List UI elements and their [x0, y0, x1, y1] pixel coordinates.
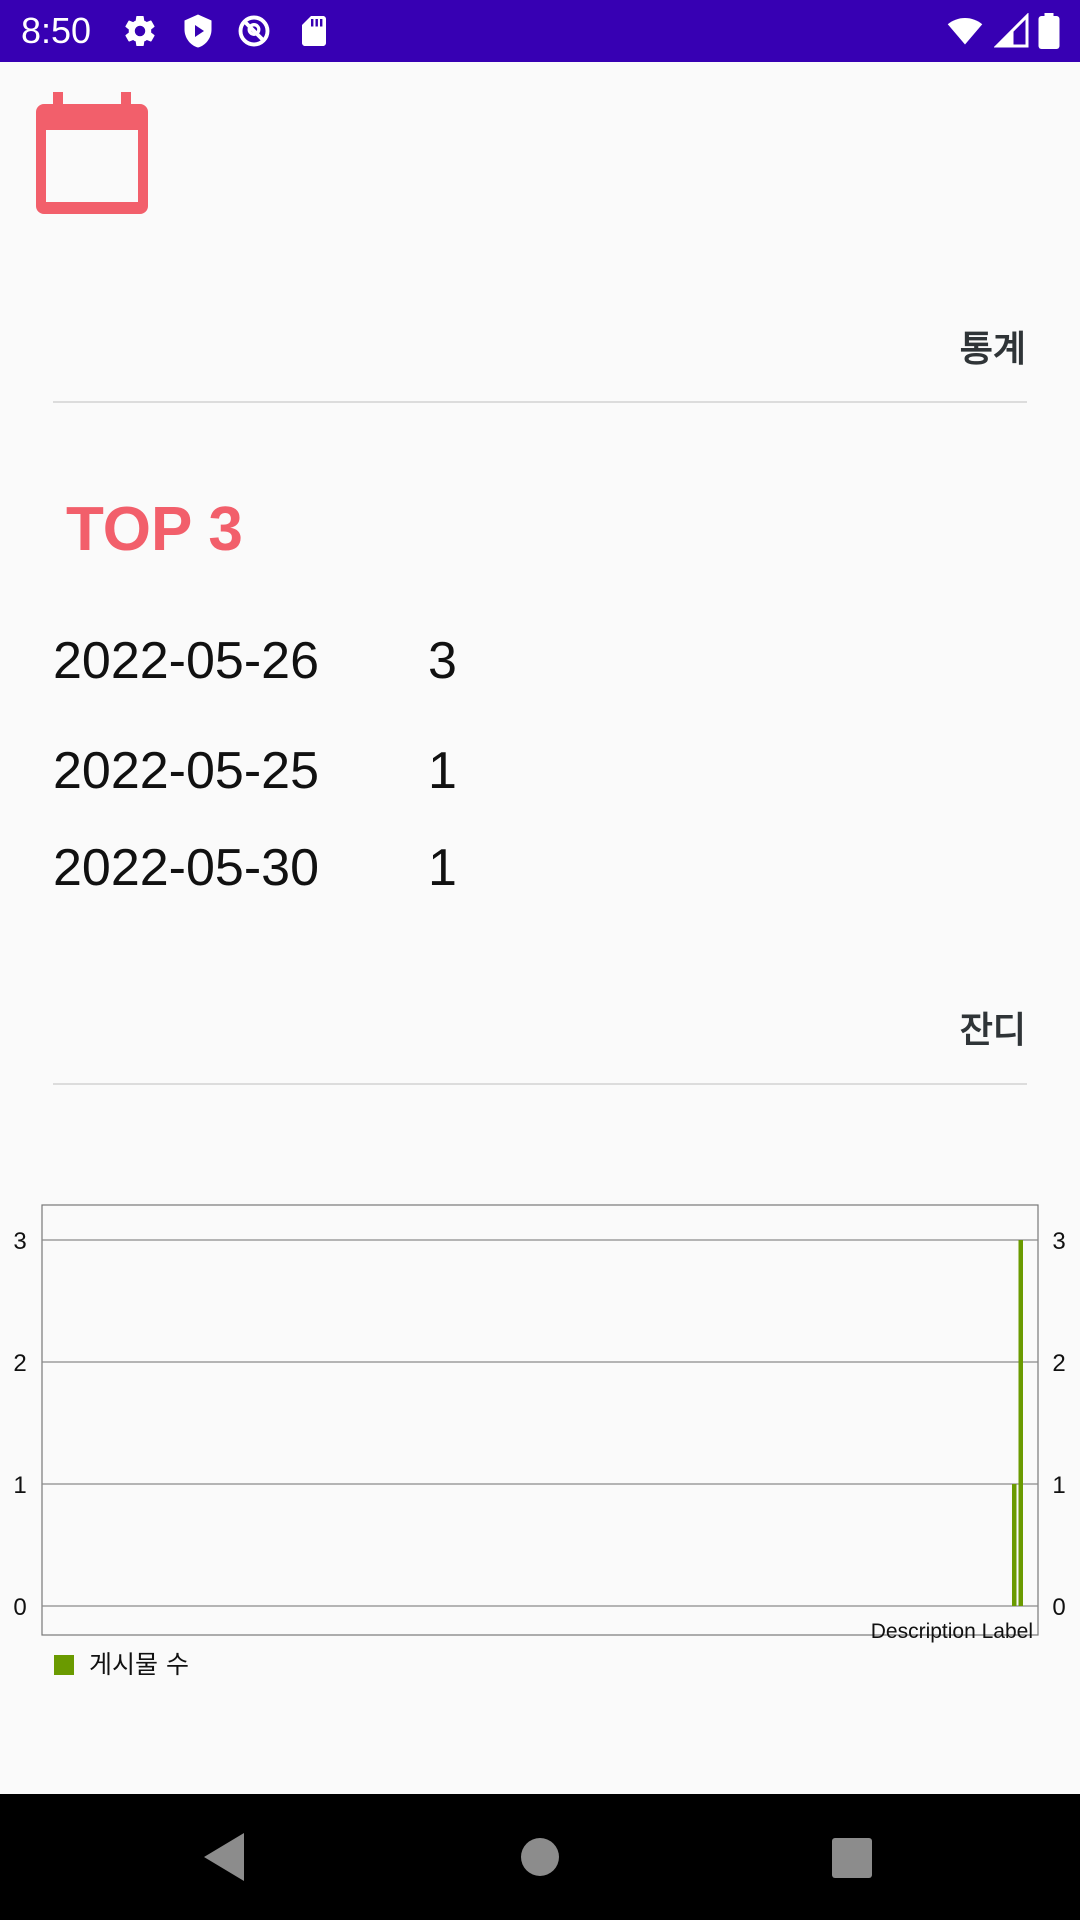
- top3-date: 2022-05-25: [53, 742, 319, 800]
- stats-section-title: 통계: [959, 329, 1026, 370]
- top3-date: 2022-05-30: [53, 839, 319, 897]
- top3-count: 3: [428, 632, 457, 690]
- grass-section-title: 잔디: [959, 1010, 1026, 1051]
- legend-swatch: [54, 1655, 74, 1675]
- top3-count: 1: [428, 742, 457, 800]
- chart-description: Description Label: [871, 1620, 1033, 1643]
- posts-bar-chart[interactable]: 0 1 2 3 0 1 2 3 Description Label: [0, 1195, 1080, 1695]
- chart-bar: [1012, 1484, 1017, 1606]
- y-tick-left: 0: [13, 1594, 26, 1621]
- top3-row: 2022-05-26 3: [53, 626, 653, 696]
- grass-divider: [53, 1083, 1027, 1085]
- top3-date: 2022-05-26: [53, 632, 319, 690]
- recents-icon[interactable]: [820, 1827, 880, 1887]
- status-bar: 8:50: [0, 0, 1080, 62]
- calendar-icon: [34, 92, 150, 216]
- top3-count: 1: [428, 839, 457, 897]
- top3-title: TOP 3: [66, 495, 243, 564]
- y-tick-left: 3: [13, 1228, 26, 1255]
- legend-label: 게시물 수: [89, 1650, 189, 1679]
- back-icon[interactable]: [196, 1827, 256, 1887]
- no-location-icon: [236, 13, 272, 49]
- top3-row: 2022-05-30 1: [53, 833, 653, 903]
- y-tick-right: 2: [1052, 1350, 1065, 1377]
- home-icon[interactable]: [510, 1827, 570, 1887]
- cellular-signal-icon: [994, 13, 1030, 49]
- wifi-icon: [944, 13, 986, 49]
- chart-bars: [1012, 1240, 1023, 1606]
- battery-icon: [1036, 13, 1062, 49]
- shield-play-icon: [180, 13, 216, 49]
- y-tick-right: 0: [1052, 1594, 1065, 1621]
- navigation-bar: [0, 1794, 1080, 1920]
- y-tick-right: 3: [1052, 1228, 1065, 1255]
- gear-icon: [122, 13, 158, 49]
- chart-frame: [41, 1204, 1039, 1636]
- y-tick-left: 2: [13, 1350, 26, 1377]
- top3-row: 2022-05-25 1: [53, 736, 653, 806]
- chart-grid: [41, 1204, 1039, 1636]
- y-tick-right: 1: [1052, 1472, 1065, 1499]
- chart-ticks: 0 1 2 3 0 1 2 3: [13, 1228, 1065, 1621]
- chart-bar: [1018, 1240, 1023, 1606]
- app-screen: 8:50 통계 TOP 3 2022-05-26 3 2022-05-25 1 …: [0, 0, 1080, 1920]
- sd-card-icon: [296, 13, 332, 49]
- y-tick-left: 1: [13, 1472, 26, 1499]
- stats-divider: [53, 401, 1027, 403]
- status-time: 8:50: [21, 10, 92, 51]
